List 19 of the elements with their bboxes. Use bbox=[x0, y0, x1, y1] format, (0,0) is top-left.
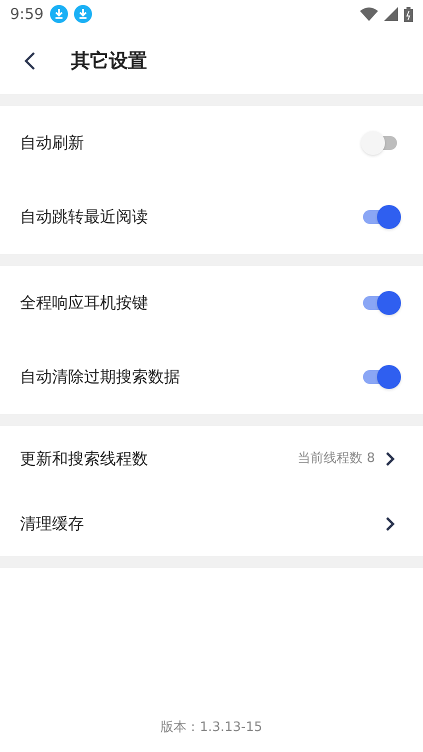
toggle-switch[interactable] bbox=[361, 364, 401, 390]
chevron-right-icon bbox=[385, 516, 395, 532]
setting-label: 自动跳转最近阅读 bbox=[20, 206, 149, 228]
wifi-icon bbox=[360, 7, 378, 21]
page-title: 其它设置 bbox=[71, 48, 147, 74]
download-icon bbox=[74, 5, 92, 23]
setting-label: 自动清除过期搜索数据 bbox=[20, 366, 181, 388]
setting-label: 全程响应耳机按键 bbox=[20, 292, 149, 314]
toggle-switch[interactable] bbox=[361, 290, 401, 316]
battery-icon bbox=[404, 6, 413, 22]
setting-row[interactable]: 更新和搜索线程数 当前线程数 8 bbox=[0, 426, 423, 491]
setting-label: 自动刷新 bbox=[20, 132, 85, 154]
chevron-right-icon bbox=[385, 450, 395, 466]
status-time: 9:59 bbox=[10, 4, 44, 25]
version-text: 版本：1.3.13-15 bbox=[160, 719, 262, 737]
setting-row[interactable]: 清理缓存 bbox=[0, 491, 423, 556]
download-icon bbox=[50, 5, 68, 23]
toggle-switch[interactable] bbox=[361, 204, 401, 230]
signal-icon bbox=[384, 7, 398, 21]
